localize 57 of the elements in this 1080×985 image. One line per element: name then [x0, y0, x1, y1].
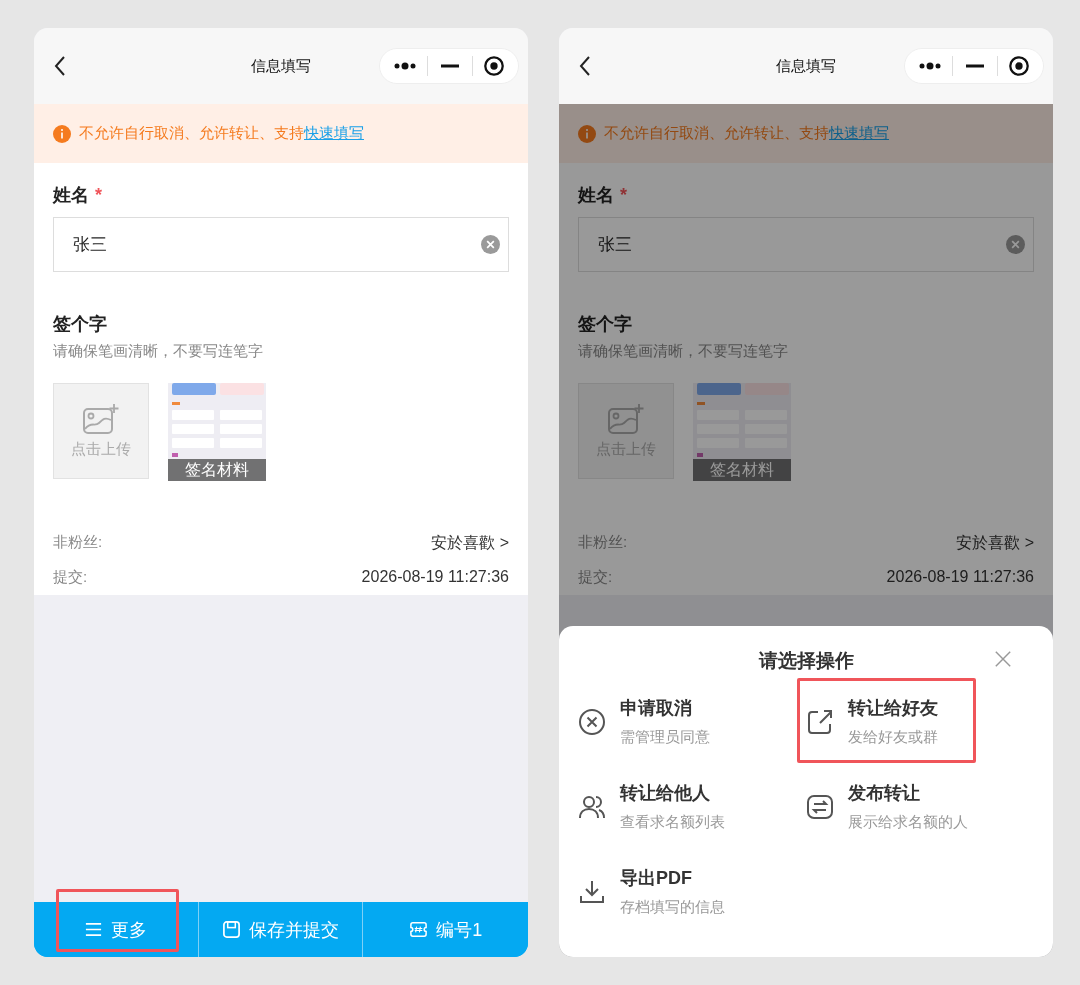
action-item[interactable]: 申请取消 需管理员同意 — [578, 696, 710, 747]
action-title: 发布转让 — [848, 782, 921, 805]
notice-text: 不允许自行取消、允许转让、支持快速填写 — [79, 124, 364, 143]
action-item[interactable]: 转让给好友 发给好友或群 — [806, 696, 938, 747]
close-icon[interactable] — [994, 650, 1012, 668]
name-input-field[interactable]: 张三 — [53, 217, 509, 272]
image-caption: 签名材料 — [693, 459, 791, 481]
sheet-title: 请选择操作 — [758, 649, 854, 673]
action-item[interactable]: 导出PDF 存档填写的信息 — [578, 866, 725, 917]
action-title: 转让给好友 — [848, 697, 938, 720]
action-subtitle: 需管理员同意 — [620, 728, 710, 747]
more-dots-icon[interactable] — [393, 61, 417, 71]
close-target-icon[interactable] — [1008, 55, 1030, 77]
swap-arrows-icon — [806, 792, 834, 821]
action-title: 申请取消 — [620, 697, 693, 720]
info-icon — [53, 124, 71, 143]
info-label: 提交: — [578, 568, 613, 587]
field-hint: 请确保笔画清晰，不要写连笔字 — [53, 342, 264, 361]
back-icon[interactable] — [54, 55, 66, 77]
field-label: 姓名 — [578, 184, 614, 207]
action-subtitle: 存档填写的信息 — [620, 898, 725, 917]
hash-ticket-icon — [409, 920, 429, 939]
action-subtitle: 查看求名额列表 — [620, 813, 725, 832]
info-value: 安於喜歡 > — [431, 533, 509, 553]
close-target-icon[interactable] — [483, 55, 505, 77]
action-subtitle: 展示给求名额的人 — [848, 813, 968, 832]
info-value: 2026-08-19 11:27:36 — [886, 568, 1034, 587]
back-icon[interactable] — [579, 55, 591, 77]
info-value: 2026-08-19 11:27:36 — [361, 568, 509, 587]
page-title: 信息填写 — [776, 56, 836, 76]
action-title: 导出PDF — [620, 867, 693, 890]
info-label: 非粉丝: — [53, 533, 103, 552]
add-image-icon — [83, 403, 119, 434]
cancel-circle-icon — [578, 707, 606, 736]
action-item[interactable]: 发布转让 展示给求名额的人 — [806, 781, 968, 832]
action-subtitle: 发给好友或群 — [848, 728, 938, 747]
required-asterisk: * — [620, 184, 627, 206]
menu-icon — [84, 920, 104, 939]
field-label: 签个字 — [53, 313, 108, 336]
info-label: 非粉丝: — [578, 533, 628, 552]
page-title: 信息填写 — [251, 56, 311, 76]
field-label: 姓名 — [53, 184, 89, 207]
field-hint: 请确保笔画清晰，不要写连笔字 — [578, 342, 789, 361]
share-icon — [806, 707, 834, 736]
action-item[interactable]: 转让给他人 查看求名额列表 — [578, 781, 725, 832]
info-value: 安於喜歡 > — [956, 533, 1034, 553]
more-dots-icon[interactable] — [918, 61, 942, 71]
add-image-icon — [608, 403, 644, 434]
required-asterisk: * — [95, 184, 102, 206]
action-title: 转让给他人 — [620, 782, 711, 805]
name-input-field[interactable]: 张三 — [578, 217, 1034, 272]
notice-text: 不允许自行取消、允许转让、支持快速填写 — [604, 124, 889, 143]
image-caption: 签名材料 — [168, 459, 266, 481]
info-label: 提交: — [53, 568, 88, 587]
info-icon — [578, 124, 596, 143]
clear-icon[interactable] — [481, 235, 500, 254]
field-label: 签个字 — [578, 313, 633, 336]
